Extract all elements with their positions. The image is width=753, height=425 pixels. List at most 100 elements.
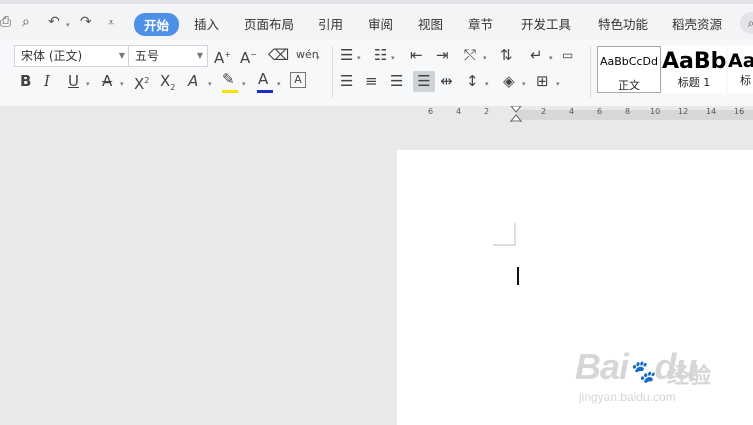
redo-icon[interactable]: ↷ — [80, 14, 92, 30]
shading-icon[interactable]: ◈ — [503, 72, 515, 90]
text-direction-icon[interactable]: ⤲ — [464, 46, 476, 64]
customize-toolbar-icon[interactable]: ⩡ — [108, 16, 114, 30]
tab-references[interactable]: 引用 — [318, 14, 343, 33]
chevron-down-icon[interactable]: ▾ — [277, 80, 281, 88]
tab-docer-resources[interactable]: 稻壳资源 — [672, 14, 722, 33]
tab-view[interactable]: 视图 — [418, 14, 443, 33]
margin-corner-marker — [493, 223, 516, 246]
style-heading-2[interactable]: Aa 标 — [728, 46, 753, 93]
print-icon[interactable]: ⎙ — [0, 14, 11, 30]
numbered-list-icon[interactable]: ☷ — [374, 46, 387, 64]
underline-button[interactable]: U — [68, 72, 79, 90]
align-left-icon[interactable]: ☰ — [340, 72, 353, 90]
tab-developer[interactable]: 开发工具 — [521, 14, 571, 33]
paragraph-mark-icon[interactable]: ↵ — [530, 46, 543, 64]
print-preview-icon[interactable]: ⌕ — [22, 14, 30, 30]
ribbon: 宋体 (正文) ▼ 五号 ▼ A+ A− ⌫ wén ▾ B I U ▾ A ▾… — [0, 40, 753, 107]
chevron-down-icon[interactable]: ▾ — [86, 80, 90, 88]
shrink-font-icon: A — [240, 49, 251, 67]
watermark-url: jingyan.baidu.com — [579, 390, 676, 404]
borders-icon[interactable]: ⊞ — [536, 72, 549, 90]
ruler-text-area — [516, 110, 753, 120]
paw-icon: 🐾 — [628, 359, 655, 384]
watermark-text: 经验 — [667, 364, 712, 389]
undo-dropdown-icon[interactable]: ▾ — [66, 21, 70, 29]
style-label: 标 — [740, 74, 751, 87]
ruler-label: 10 — [650, 107, 661, 116]
style-sample: Aa — [728, 50, 753, 72]
align-center-icon[interactable]: ≡ — [365, 72, 378, 90]
font-size-select[interactable]: 五号 ▼ — [128, 45, 208, 67]
tab-home[interactable]: 开始 — [134, 13, 180, 36]
undo-icon[interactable]: ↶ — [48, 14, 60, 30]
italic-button[interactable]: I — [44, 72, 50, 90]
font-size-value: 五号 — [135, 49, 160, 63]
bold-button[interactable]: B — [20, 72, 31, 90]
ruler-label: 12 — [678, 107, 689, 116]
ruler-label: 4 — [569, 107, 575, 116]
horizontal-ruler[interactable]: 6 4 2 2 4 6 8 10 12 14 16 — [0, 106, 753, 127]
superscript-icon[interactable]: X2 — [134, 72, 149, 93]
chevron-down-icon[interactable]: ▾ — [357, 54, 361, 62]
chevron-down-icon[interactable]: ▾ — [556, 80, 560, 88]
ruler-label: 16 — [734, 107, 745, 116]
style-heading-1[interactable]: AaBb 标题 1 — [662, 46, 726, 93]
document-page[interactable]: Bai🐾du 经验 jingyan.baidu.com — [397, 150, 753, 425]
highlight-color-bar — [222, 90, 238, 93]
line-spacing-icon[interactable]: ↕ — [466, 72, 479, 90]
tab-page-layout[interactable]: 页面布局 — [244, 14, 294, 33]
tab-review[interactable]: 审阅 — [368, 14, 393, 33]
font-color-bar — [257, 90, 273, 93]
menu-bar: ⎙ ⌕ ↶ ▾ ↷ ⩡ 开始 插入 页面布局 引用 审阅 视图 章节 开发工具 … — [0, 4, 753, 40]
distributed-align-icon[interactable]: ⇹ — [440, 72, 453, 90]
tab-insert[interactable]: 插入 — [194, 14, 219, 33]
search-icon[interactable]: ⌕ — [740, 12, 753, 34]
chevron-down-icon[interactable]: ▾ — [208, 80, 212, 88]
chevron-down-icon[interactable]: ▾ — [549, 54, 553, 62]
decrease-indent-icon[interactable]: ⇤ — [410, 46, 423, 64]
subscript-icon[interactable]: X2 — [160, 72, 175, 97]
style-normal[interactable]: AaBbCcDd 正文 — [597, 46, 661, 93]
font-color-button[interactable]: A — [258, 70, 268, 88]
text-cursor — [517, 267, 519, 285]
chevron-down-icon: ▼ — [196, 51, 203, 60]
char-border-button[interactable]: A — [290, 72, 306, 88]
align-right-icon[interactable]: ☰ — [390, 72, 403, 90]
justify-icon[interactable]: ☰ — [413, 71, 435, 92]
chevron-down-icon[interactable]: ▾ — [316, 54, 320, 62]
font-name-value: 宋体 (正文) — [21, 49, 83, 63]
table-tabs-icon[interactable]: ▭ — [562, 46, 573, 64]
style-label: 标题 1 — [677, 76, 711, 89]
watermark-brand: Bai — [575, 346, 629, 387]
chevron-down-icon[interactable]: ▾ — [522, 80, 526, 88]
ruler-label: 8 — [625, 107, 631, 116]
shrink-font-button[interactable]: A− — [240, 46, 257, 67]
increase-indent-icon[interactable]: ⇥ — [436, 46, 449, 64]
chevron-down-icon[interactable]: ▾ — [120, 80, 124, 88]
sort-icon[interactable]: ⇅ — [500, 46, 513, 64]
style-sample: AaBbCcDd — [600, 55, 658, 68]
divider — [332, 46, 333, 98]
text-effect-icon[interactable]: A — [188, 72, 198, 90]
chevron-down-icon: ▼ — [118, 51, 125, 60]
chevron-down-icon[interactable]: ▾ — [391, 54, 395, 62]
tab-section[interactable]: 章节 — [468, 14, 493, 33]
style-sample: AaBb — [662, 49, 726, 74]
chevron-down-icon[interactable]: ▾ — [483, 54, 487, 62]
bullet-list-icon[interactable]: ☰ — [340, 46, 353, 64]
font-name-select[interactable]: 宋体 (正文) ▼ — [14, 45, 130, 67]
chevron-down-icon[interactable]: ▾ — [485, 80, 489, 88]
tab-special-features[interactable]: 特色功能 — [598, 14, 648, 33]
grow-font-button[interactable]: A+ — [214, 46, 231, 67]
style-label: 正文 — [618, 79, 640, 92]
chevron-down-icon[interactable]: ▾ — [242, 80, 246, 88]
ruler-label: 14 — [706, 107, 717, 116]
ruler-label: 6 — [597, 107, 603, 116]
divider — [590, 46, 591, 98]
highlight-icon[interactable]: ✎ — [222, 70, 235, 88]
ruler-label: 2 — [541, 107, 547, 116]
ruler-label: 2 — [484, 107, 490, 116]
clear-format-icon[interactable]: ⌫ — [268, 46, 289, 64]
ruler-label: 4 — [456, 107, 462, 116]
strikethrough-icon[interactable]: A — [102, 72, 112, 90]
